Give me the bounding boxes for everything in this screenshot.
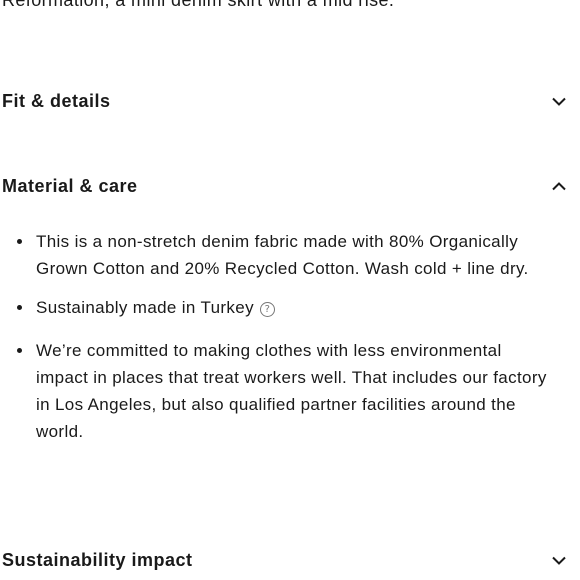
accordion-fit-details-title: Fit & details: [2, 90, 111, 111]
accordion-sustainability-impact-title: Sustainability impact: [2, 549, 193, 570]
bullet-icon: [17, 239, 22, 244]
list-item-text: This is a non-stretch denim fabric made …: [36, 232, 529, 278]
help-circle-icon[interactable]: ?: [259, 302, 275, 317]
bullet-icon: [17, 305, 22, 310]
accordion-material-care[interactable]: Material & care: [2, 171, 566, 201]
list-item: This is a non-stretch denim fabric made …: [0, 228, 558, 282]
material-care-content: This is a non-stretch denim fabric made …: [0, 228, 580, 445]
product-description-text: Reformation, a mini denim skirt with a m…: [2, 0, 395, 10]
accordion-fit-details[interactable]: Fit & details: [2, 86, 566, 116]
accordion-material-care-title: Material & care: [2, 175, 138, 196]
list-item-text: We’re committed to making clothes with l…: [36, 341, 547, 441]
accordion-sustainability-impact[interactable]: Sustainability impact: [2, 545, 566, 575]
chevron-up-icon[interactable]: [552, 179, 566, 193]
list-item: Sustainably made in Turkey?: [0, 294, 558, 321]
chevron-down-icon[interactable]: [552, 553, 566, 567]
bullet-icon: [17, 348, 22, 353]
list-item: We’re committed to making clothes with l…: [0, 337, 558, 445]
list-item-text: Sustainably made in Turkey: [36, 298, 254, 317]
chevron-down-icon[interactable]: [552, 94, 566, 108]
material-care-list: This is a non-stretch denim fabric made …: [0, 228, 580, 445]
